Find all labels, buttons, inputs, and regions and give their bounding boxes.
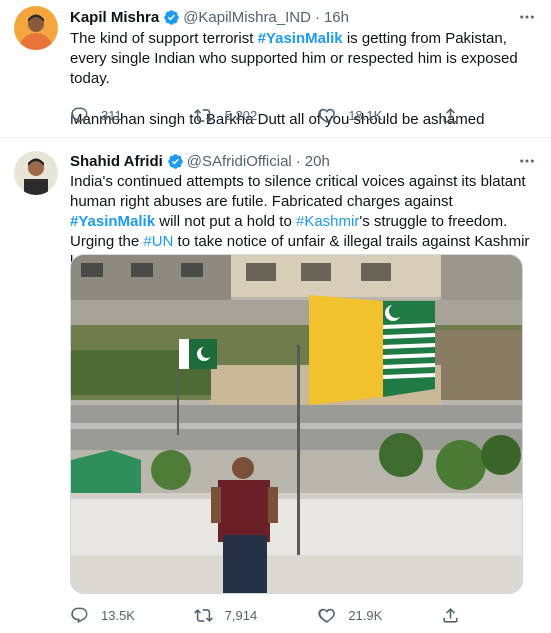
reply-button[interactable]: 13.5K <box>70 606 168 625</box>
like-button[interactable]: 21.9K <box>317 606 415 625</box>
tweet-photo[interactable] <box>70 254 523 594</box>
share-icon <box>443 608 458 623</box>
display-name[interactable]: Shahid Afridi <box>70 153 163 170</box>
reply-icon <box>71 107 88 124</box>
tweet-shahid-afridi[interactable]: Shahid Afridi @SAfridiOfficial · 20h Ind… <box>0 138 551 633</box>
user-handle[interactable]: @SAfridiOfficial <box>187 153 292 170</box>
reply-button[interactable]: 311 <box>70 106 168 125</box>
share-button[interactable] <box>441 606 460 625</box>
reply-count: 311 <box>101 108 122 123</box>
like-count: 18.1K <box>348 108 383 123</box>
timestamp[interactable]: 20h <box>305 153 330 170</box>
separator-dot: · <box>295 152 301 170</box>
avatar[interactable] <box>14 151 58 195</box>
avatar[interactable] <box>14 6 58 50</box>
verified-badge-icon <box>168 153 183 169</box>
hashtag-link[interactable]: #YasinMalik <box>70 213 155 230</box>
like-count: 21.9K <box>348 608 383 623</box>
retweet-button[interactable]: 7,914 <box>193 606 292 625</box>
display-name[interactable]: Kapil Mishra <box>70 9 159 26</box>
reply-icon <box>71 607 88 624</box>
tweet-actions: 311 5,202 18.1K <box>70 106 460 125</box>
like-icon <box>318 608 336 623</box>
retweet-icon <box>193 109 213 122</box>
hashtag-link[interactable]: #Kashmir <box>296 213 359 230</box>
share-button[interactable] <box>441 106 460 125</box>
timestamp[interactable]: 16h <box>324 9 349 26</box>
share-icon <box>443 108 458 123</box>
separator-dot: · <box>314 8 320 26</box>
retweet-count: 7,914 <box>224 608 258 623</box>
tweet-actions: 13.5K 7,914 21.9K <box>70 606 460 625</box>
like-button[interactable]: 18.1K <box>317 106 415 125</box>
retweet-icon <box>193 609 213 622</box>
more-icon[interactable] <box>517 151 537 171</box>
tweet-kapil-mishra[interactable]: Kapil Mishra @KapilMishra_IND · 16h The … <box>0 0 551 138</box>
retweet-count: 5,202 <box>224 108 258 123</box>
hashtag-link[interactable]: #YasinMalik <box>258 30 343 47</box>
like-icon <box>318 108 336 123</box>
user-handle[interactable]: @KapilMishra_IND <box>183 9 311 26</box>
hashtag-link[interactable]: #UN <box>143 233 173 250</box>
reply-count: 13.5K <box>101 608 135 623</box>
verified-badge-icon <box>164 9 179 25</box>
retweet-button[interactable]: 5,202 <box>193 106 292 125</box>
more-icon[interactable] <box>517 7 537 27</box>
